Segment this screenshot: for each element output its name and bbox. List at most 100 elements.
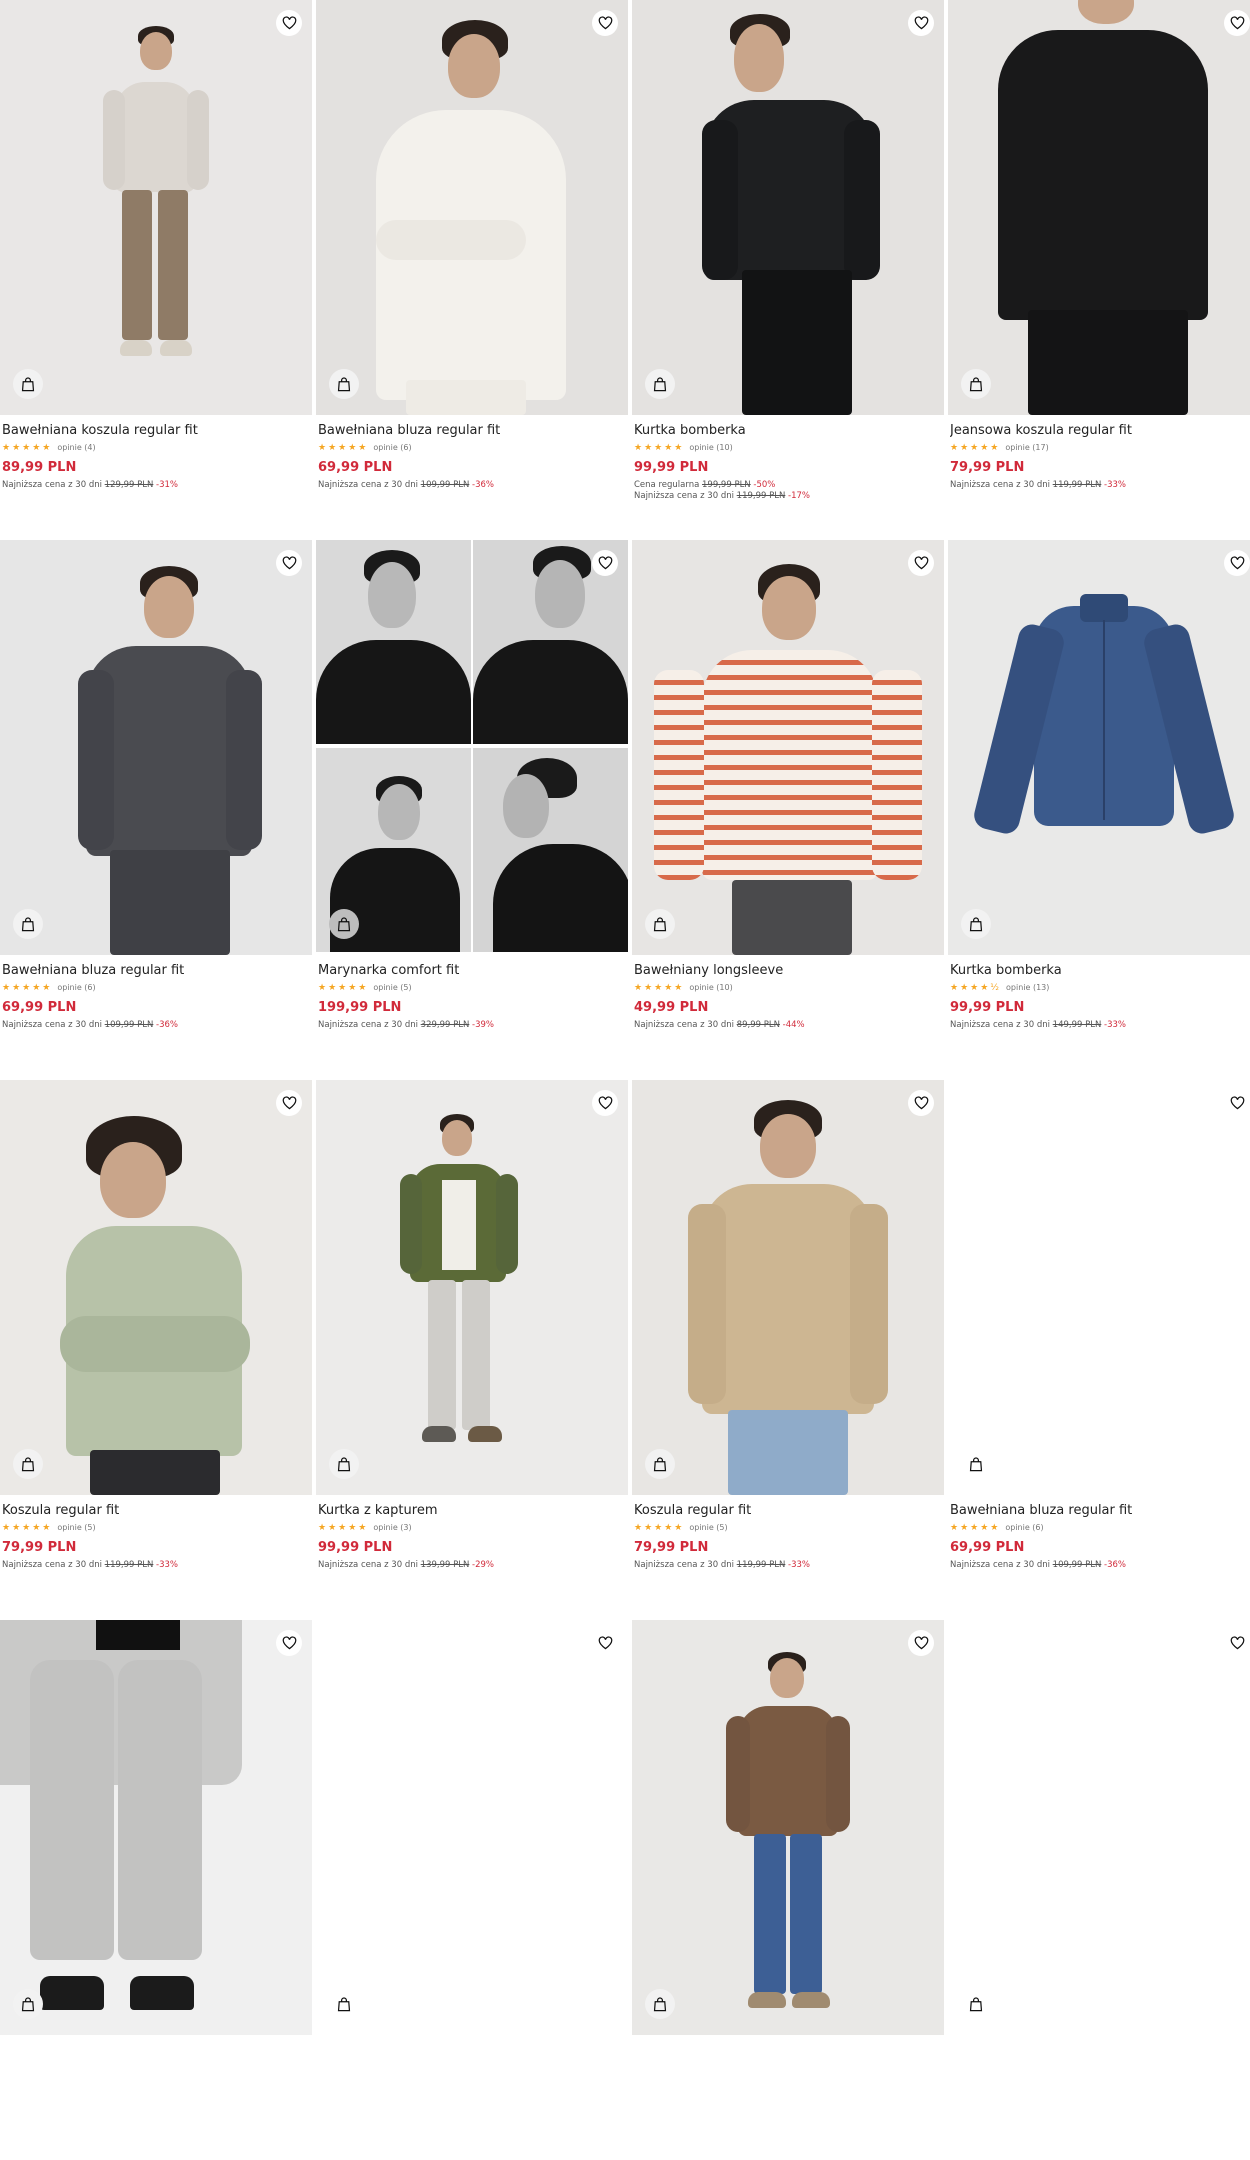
add-to-bag-button[interactable] <box>329 909 359 939</box>
product-name[interactable]: Bawełniana bluza regular fit <box>318 423 626 439</box>
product-card[interactable]: Bawełniana bluza regular fit ★★★★★ opinie… <box>948 1080 1250 1620</box>
lowest-price-label: Najniższa cena z 30 dni <box>634 491 734 501</box>
product-card[interactable]: Kurtka bomberka ★★★★½ opinie (13) 99,99 P… <box>948 540 1250 1080</box>
product-card[interactable]: Bawełniana bluza regular fit ★★★★★ opinie… <box>0 540 312 1080</box>
product-name[interactable]: Koszula regular fit <box>634 1503 942 1519</box>
lowest-price-label: Najniższa cena z 30 dni <box>950 1020 1050 1030</box>
add-to-bag-button[interactable] <box>329 369 359 399</box>
product-image[interactable] <box>632 1620 944 2035</box>
favorite-button[interactable] <box>1224 10 1250 36</box>
add-to-bag-button[interactable] <box>961 369 991 399</box>
review-count[interactable]: opinie (6) <box>57 983 95 993</box>
product-image[interactable] <box>316 1080 628 1495</box>
product-name[interactable]: Bawełniana koszula regular fit <box>2 423 310 439</box>
product-card[interactable] <box>0 1620 312 2160</box>
add-to-bag-button[interactable] <box>13 1449 43 1479</box>
model-illustration <box>632 1620 944 2035</box>
product-card[interactable]: Kurtka bomberka ★★★★★ opinie (10) 99,99 P… <box>632 0 944 540</box>
add-to-bag-button[interactable] <box>329 1449 359 1479</box>
favorite-button[interactable] <box>276 10 302 36</box>
product-card[interactable] <box>632 1620 944 2160</box>
product-name[interactable]: Kurtka bomberka <box>950 963 1250 979</box>
product-card[interactable] <box>316 1620 628 2160</box>
product-image[interactable] <box>316 1620 628 2035</box>
favorite-button[interactable] <box>592 1090 618 1116</box>
product-image[interactable] <box>948 1080 1250 1495</box>
product-name[interactable]: Marynarka comfort fit <box>318 963 626 979</box>
review-count[interactable]: opinie (13) <box>1006 983 1049 993</box>
product-name[interactable]: Jeansowa koszula regular fit <box>950 423 1250 439</box>
lowest-price-label: Najniższa cena z 30 dni <box>950 480 1050 490</box>
product-image[interactable] <box>316 0 628 415</box>
add-to-bag-button[interactable] <box>13 369 43 399</box>
favorite-button[interactable] <box>1224 1090 1250 1116</box>
product-image[interactable] <box>0 540 312 955</box>
add-to-bag-button[interactable] <box>645 909 675 939</box>
review-count[interactable]: opinie (10) <box>689 443 732 453</box>
heart-outline-icon <box>914 1096 928 1110</box>
product-card[interactable]: Marynarka comfort fit ★★★★★ opinie (5) 19… <box>316 540 628 1080</box>
add-to-bag-button[interactable] <box>13 1989 43 2019</box>
product-card[interactable]: Jeansowa koszula regular fit ★★★★★ opinie… <box>948 0 1250 540</box>
product-image[interactable] <box>316 540 628 955</box>
product-name[interactable]: Bawełniana bluza regular fit <box>2 963 310 979</box>
product-image[interactable] <box>0 1080 312 1495</box>
favorite-button[interactable] <box>908 10 934 36</box>
product-image[interactable] <box>632 1080 944 1495</box>
product-info: Bawełniany longsleeve ★★★★★ opinie (10) 4… <box>632 955 944 1031</box>
product-image[interactable] <box>948 1620 1250 2035</box>
product-image[interactable] <box>0 1620 312 2035</box>
product-card[interactable] <box>948 1620 1250 2160</box>
shopping-bag-icon <box>653 376 667 391</box>
favorite-button[interactable] <box>592 1630 618 1656</box>
add-to-bag-button[interactable] <box>961 1989 991 2019</box>
review-count[interactable]: opinie (5) <box>373 983 411 993</box>
product-name[interactable]: Bawełniany longsleeve <box>634 963 942 979</box>
add-to-bag-button[interactable] <box>645 1449 675 1479</box>
add-to-bag-button[interactable] <box>961 909 991 939</box>
product-card[interactable]: Koszula regular fit ★★★★★ opinie (5) 79,9… <box>0 1080 312 1620</box>
add-to-bag-button[interactable] <box>645 369 675 399</box>
product-image[interactable] <box>632 540 944 955</box>
lowest-discount: -33% <box>788 1560 811 1570</box>
review-count[interactable]: opinie (5) <box>689 1523 727 1533</box>
favorite-button[interactable] <box>592 10 618 36</box>
add-to-bag-button[interactable] <box>645 1989 675 2019</box>
add-to-bag-button[interactable] <box>13 909 43 939</box>
review-count[interactable]: opinie (6) <box>373 443 411 453</box>
favorite-button[interactable] <box>276 1630 302 1656</box>
product-name[interactable]: Bawełniana bluza regular fit <box>950 1503 1250 1519</box>
favorite-button[interactable] <box>276 550 302 576</box>
review-count[interactable]: opinie (4) <box>57 443 95 453</box>
review-count[interactable]: opinie (17) <box>1005 443 1048 453</box>
review-count[interactable]: opinie (10) <box>689 983 732 993</box>
favorite-button[interactable] <box>1224 550 1250 576</box>
favorite-button[interactable] <box>908 1090 934 1116</box>
favorite-button[interactable] <box>276 1090 302 1116</box>
favorite-button[interactable] <box>908 1630 934 1656</box>
review-count[interactable]: opinie (5) <box>57 1523 95 1533</box>
product-name[interactable]: Koszula regular fit <box>2 1503 310 1519</box>
favorite-button[interactable] <box>908 550 934 576</box>
add-to-bag-button[interactable] <box>329 1989 359 2019</box>
review-count[interactable]: opinie (3) <box>373 1523 411 1533</box>
product-name[interactable]: Kurtka bomberka <box>634 423 942 439</box>
product-info <box>316 2035 628 2043</box>
favorite-button[interactable] <box>1224 1630 1250 1656</box>
product-image[interactable] <box>632 0 944 415</box>
product-card[interactable]: Koszula regular fit ★★★★★ opinie (5) 79,9… <box>632 1080 944 1620</box>
heart-outline-icon <box>914 1636 928 1650</box>
product-image[interactable] <box>948 540 1250 955</box>
product-info: Kurtka z kapturem ★★★★★ opinie (3) 99,99 … <box>316 1495 628 1571</box>
add-to-bag-button[interactable] <box>961 1449 991 1479</box>
product-card[interactable]: Bawełniana koszula regular fit ★★★★★ opin… <box>0 0 312 540</box>
product-card[interactable]: Kurtka z kapturem ★★★★★ opinie (3) 99,99 … <box>316 1080 628 1620</box>
product-image[interactable] <box>948 0 1250 415</box>
lowest-price-info: Najniższa cena z 30 dni 109,99 PLN -36% <box>318 480 626 491</box>
product-card[interactable]: Bawełniana bluza regular fit ★★★★★ opinie… <box>316 0 628 540</box>
favorite-button[interactable] <box>592 550 618 576</box>
product-image[interactable] <box>0 0 312 415</box>
product-card[interactable]: Bawełniany longsleeve ★★★★★ opinie (10) 4… <box>632 540 944 1080</box>
review-count[interactable]: opinie (6) <box>1005 1523 1043 1533</box>
product-name[interactable]: Kurtka z kapturem <box>318 1503 626 1519</box>
